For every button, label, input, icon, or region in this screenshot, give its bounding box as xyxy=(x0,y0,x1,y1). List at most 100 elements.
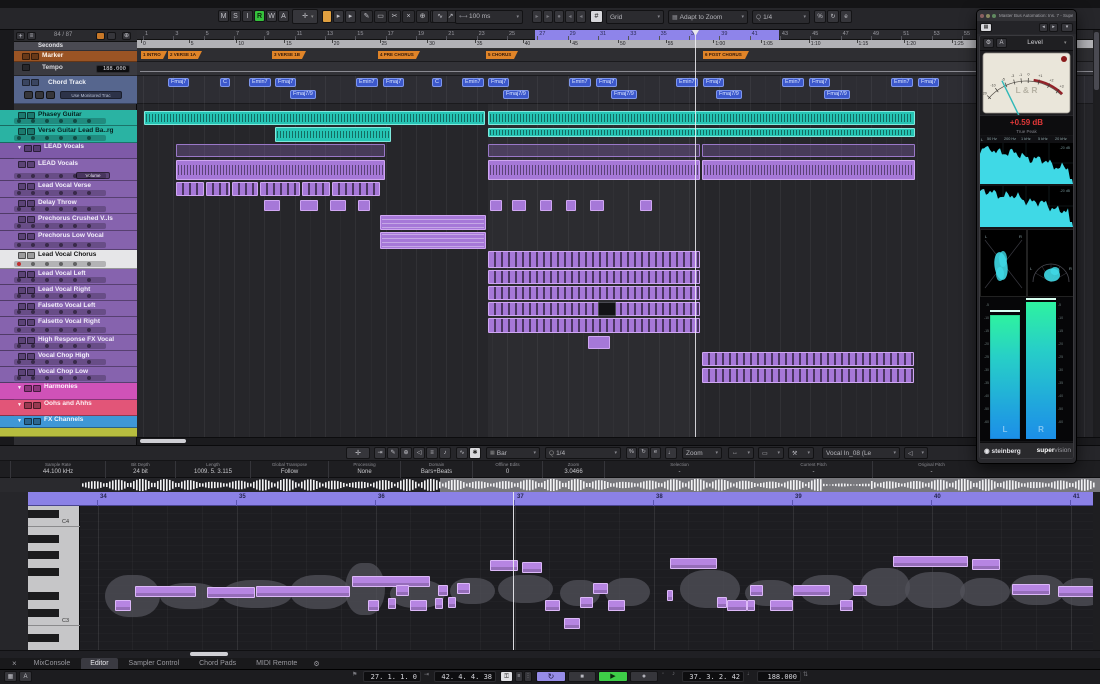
right-locator-value[interactable]: 42. 4. 4. 38 xyxy=(434,671,496,682)
piano-black-key[interactable] xyxy=(28,510,59,518)
control-dot[interactable] xyxy=(31,191,35,195)
arrange-event[interactable] xyxy=(380,232,486,249)
tool-button-3[interactable]: × xyxy=(402,10,415,23)
solo-button[interactable] xyxy=(33,385,41,392)
track-row-7[interactable]: Prechorus Low Vocal xyxy=(14,231,137,250)
control-dot[interactable] xyxy=(45,278,49,282)
arrange-event[interactable] xyxy=(640,200,652,211)
state-button-i[interactable]: I xyxy=(242,10,253,22)
control-dot[interactable] xyxy=(87,344,91,348)
control-dot[interactable] xyxy=(45,328,49,332)
arrange-event[interactable] xyxy=(358,200,370,211)
arrange-event[interactable] xyxy=(260,182,300,196)
arrange-event[interactable] xyxy=(702,368,914,383)
control-dot[interactable] xyxy=(17,207,21,211)
arrange-event[interactable] xyxy=(275,127,391,142)
editor-tool-4[interactable]: ≡ xyxy=(426,447,438,459)
gear-icon[interactable]: ⚙ xyxy=(983,38,994,48)
vari-note[interactable] xyxy=(1012,584,1050,595)
state-button-r[interactable]: R xyxy=(254,10,265,22)
editor-zoom-dropdown[interactable]: Zoom▾ xyxy=(682,447,722,459)
control-dot[interactable] xyxy=(87,224,91,228)
chord-event[interactable]: Fmaj7/9 xyxy=(716,90,742,99)
preset-next-button[interactable]: ▸ xyxy=(1049,23,1058,32)
punch-button-1[interactable]: ▸ xyxy=(543,10,553,23)
snap-button[interactable]: # xyxy=(590,10,603,23)
control-dot[interactable] xyxy=(87,207,91,211)
tempo-track-row[interactable]: Tempo188.000 xyxy=(14,62,137,76)
tempo-btn[interactable] xyxy=(22,64,30,71)
editor-quantize-dropdown[interactable]: Q1/4▾ xyxy=(545,447,621,459)
record-button[interactable]: ● xyxy=(630,671,658,682)
track-row-16[interactable]: ▼Harmonies xyxy=(14,383,137,400)
vari-note[interactable] xyxy=(893,556,968,567)
ruler-track-row[interactable]: Seconds xyxy=(14,42,137,51)
control-dot[interactable] xyxy=(45,174,49,178)
vari-note[interactable] xyxy=(750,585,763,596)
window-dot-1[interactable] xyxy=(986,14,990,18)
punch-lock-button[interactable]: ⚿ xyxy=(500,671,513,682)
vari-note[interactable] xyxy=(608,600,625,611)
solo-button[interactable] xyxy=(27,252,35,259)
marker-flag[interactable]: 5 CHORUS xyxy=(486,51,518,59)
chord-mini-btn-1[interactable] xyxy=(35,91,44,99)
control-dot[interactable] xyxy=(45,207,49,211)
mute-button[interactable] xyxy=(24,385,32,392)
vari-note[interactable] xyxy=(256,586,350,597)
piano-black-key[interactable] xyxy=(28,551,59,559)
chord-event[interactable]: Fmaj7 xyxy=(809,78,830,87)
control-dot[interactable] xyxy=(73,243,77,247)
control-dot[interactable] xyxy=(17,191,21,195)
marker-flag[interactable]: 3 VERSE 1B xyxy=(272,51,306,59)
vari-note[interactable] xyxy=(670,558,717,569)
editor-vscrollbar[interactable] xyxy=(1093,492,1100,650)
control-dot[interactable] xyxy=(31,224,35,228)
module-a-button[interactable]: A xyxy=(996,38,1007,48)
editor-q-opt-0[interactable]: % xyxy=(626,447,637,459)
control-dot[interactable] xyxy=(45,224,49,228)
control-dot[interactable] xyxy=(73,191,77,195)
arrange-event[interactable] xyxy=(488,270,700,284)
arrange-event[interactable] xyxy=(300,200,318,211)
control-dot[interactable] xyxy=(45,136,49,140)
mute-button[interactable] xyxy=(24,402,32,409)
vari-note[interactable] xyxy=(564,618,580,629)
control-dot[interactable] xyxy=(17,328,21,332)
arrange-event[interactable] xyxy=(488,302,700,316)
chord-event[interactable]: Emin7 xyxy=(462,78,484,87)
editor-snap-button[interactable]: ∿ xyxy=(456,447,468,459)
control-dot[interactable] xyxy=(45,376,49,380)
track-row-8[interactable]: Lead Vocal Chorus xyxy=(14,250,137,269)
marker-flag[interactable]: 1 INTRO xyxy=(141,51,167,59)
arrange-event[interactable] xyxy=(490,200,502,211)
control-dot[interactable] xyxy=(59,310,63,314)
chord-event[interactable]: Fmaj7 xyxy=(168,78,189,87)
control-dot[interactable] xyxy=(87,328,91,332)
control-dot[interactable] xyxy=(59,191,63,195)
autoscroll-dropdown[interactable]: ⟷100 ms▾ xyxy=(455,10,523,24)
track-row-18[interactable]: ▼FX Channels xyxy=(14,416,137,428)
piano-black-key[interactable] xyxy=(28,609,59,617)
tool-button-4[interactable]: ⊕ xyxy=(416,10,429,23)
arrange-event[interactable] xyxy=(588,336,610,349)
control-dot[interactable] xyxy=(17,294,21,298)
chord-event[interactable]: Emin7 xyxy=(356,78,378,87)
vari-note[interactable] xyxy=(793,585,830,596)
editor-q-opt-2[interactable]: e xyxy=(650,447,661,459)
track-row-4[interactable]: Lead Vocal Verse xyxy=(14,181,137,198)
chord-btn-2[interactable] xyxy=(31,79,39,86)
track-row-13[interactable]: High Response FX Vocal xyxy=(14,335,137,351)
control-dot[interactable] xyxy=(59,294,63,298)
solo-button[interactable] xyxy=(33,145,41,152)
solo-button[interactable] xyxy=(33,402,41,409)
mute-button[interactable] xyxy=(18,319,26,326)
piano-keyboard[interactable] xyxy=(28,506,80,650)
piano-black-key[interactable] xyxy=(28,592,59,600)
control-dot[interactable] xyxy=(59,262,63,266)
piano-black-key[interactable] xyxy=(28,535,59,543)
editor-tool-0[interactable]: ⇥ xyxy=(374,447,386,459)
marker-flag[interactable]: 4 PRE CHORUS xyxy=(378,51,420,59)
track-row-5[interactable]: Delay Throw xyxy=(14,198,137,214)
state-button-m[interactable]: M xyxy=(218,10,229,22)
arrange-event[interactable] xyxy=(380,215,486,230)
